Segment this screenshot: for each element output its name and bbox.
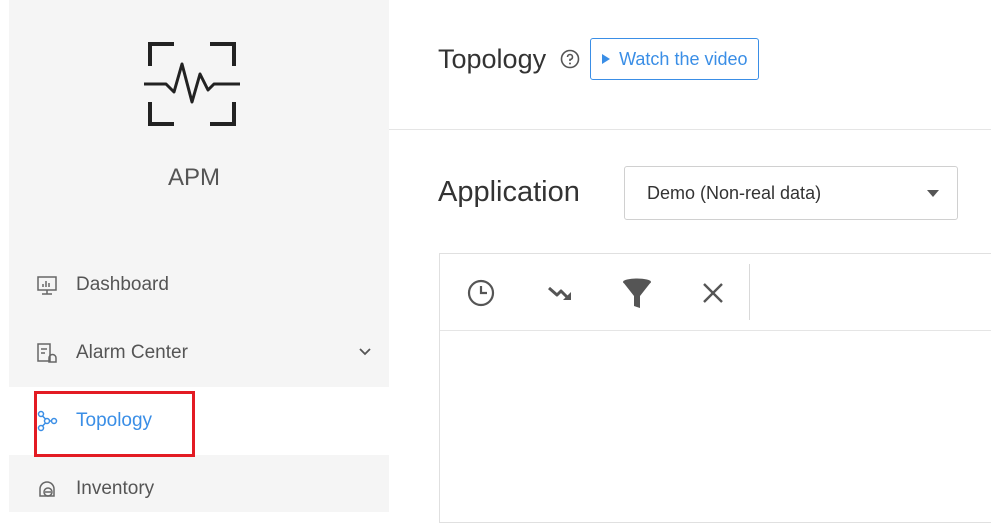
chevron-down-icon[interactable] (357, 343, 373, 359)
trend-button[interactable] (544, 276, 578, 310)
close-icon (703, 283, 723, 303)
page-header: Topology Watch the video (438, 38, 759, 80)
trend-icon (548, 286, 571, 300)
time-range-button[interactable] (464, 276, 498, 310)
app-name: APM (167, 164, 220, 191)
sidebar-item-label: Alarm Center (76, 342, 188, 363)
sidebar-item-label: Dashboard (76, 274, 169, 295)
clock-icon (467, 279, 495, 307)
inventory-icon (39, 481, 55, 497)
toolbar-divider (440, 330, 991, 331)
application-select[interactable]: Demo (Non-real data) (624, 166, 958, 220)
highlight-box (34, 391, 195, 457)
watch-video-button[interactable]: Watch the video (590, 38, 759, 80)
caret-down-icon (927, 190, 939, 197)
sidebar-item-label: Inventory (76, 478, 155, 499)
page-title: Topology (438, 43, 547, 74)
watch-video-label: Watch the video (619, 48, 748, 69)
application-select-value: Demo (Non-real data) (647, 182, 822, 203)
toolbar-separator (749, 264, 750, 320)
header-divider (389, 129, 991, 130)
sidebar-item-alarm-center[interactable]: Alarm Center (9, 319, 389, 387)
filter-icon (623, 278, 651, 308)
help-icon[interactable] (560, 49, 580, 69)
play-icon (602, 54, 611, 64)
topology-panel (439, 253, 991, 523)
sidebar-item-dashboard[interactable]: Dashboard (9, 251, 389, 319)
alarm-center-icon (37, 343, 57, 363)
apm-logo-icon (144, 42, 240, 126)
sidebar-item-inventory[interactable]: Inventory (9, 455, 389, 523)
filter-button[interactable] (620, 276, 654, 310)
clear-button[interactable] (696, 276, 730, 310)
dashboard-icon (37, 276, 57, 295)
application-label: Application (438, 176, 580, 208)
